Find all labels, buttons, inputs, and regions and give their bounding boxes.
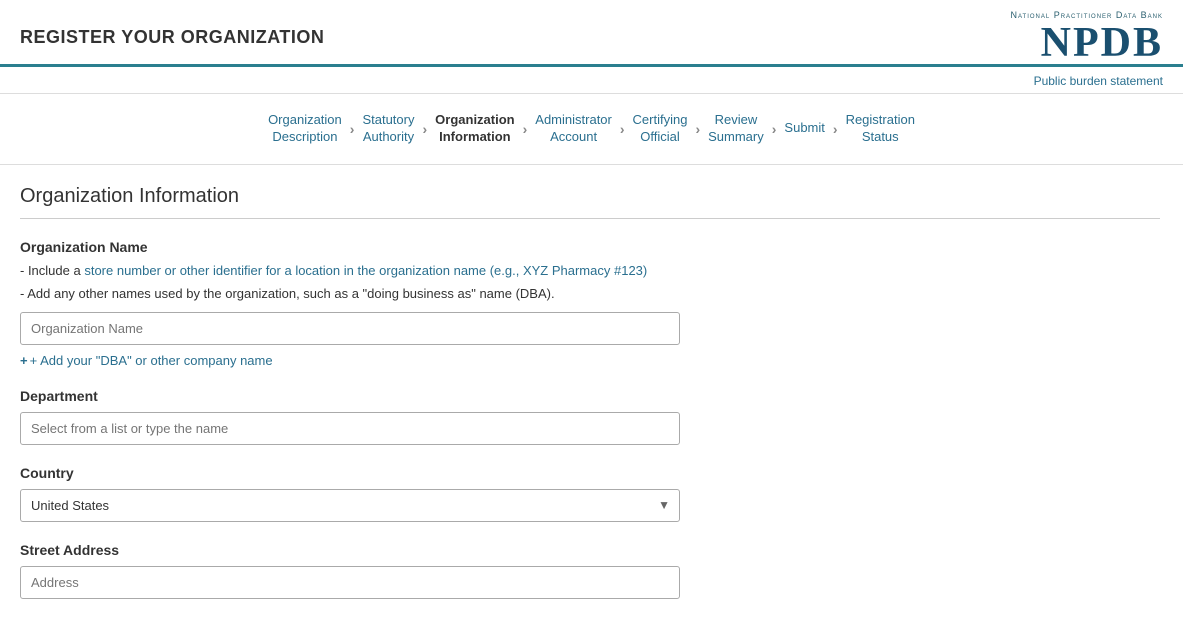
add-dba-link[interactable]: ++ Add your "DBA" or other company name: [20, 353, 273, 368]
country-select[interactable]: United States Afghanistan Albania Other: [20, 489, 680, 522]
chevron-icon-2: ›: [422, 121, 427, 137]
step-label-review-summary: ReviewSummary: [708, 112, 764, 146]
department-section: Department: [20, 388, 1160, 445]
public-burden-bar: Public burden statement: [0, 67, 1183, 94]
plus-icon: +: [20, 353, 28, 368]
country-section: Country United States Afghanistan Albani…: [20, 465, 1160, 522]
page-title: REGISTER YOUR ORGANIZATION: [20, 27, 324, 48]
street-address-input[interactable]: [20, 566, 680, 599]
department-input[interactable]: [20, 412, 680, 445]
step-statutory-authority[interactable]: StatutoryAuthority: [362, 112, 414, 146]
step-submit[interactable]: Submit: [784, 120, 824, 137]
chevron-icon-6: ›: [772, 121, 777, 137]
section-title: Organization Information: [20, 185, 1160, 208]
org-name-hint1-link[interactable]: store number or other identifier for a l…: [84, 263, 647, 278]
public-burden-link[interactable]: Public burden statement: [1034, 74, 1163, 88]
org-name-hint2: - Add any other names used by the organi…: [20, 284, 1160, 304]
step-administrator-account[interactable]: AdministratorAccount: [535, 112, 612, 146]
step-label-certifying-official: CertifyingOfficial: [633, 112, 688, 146]
step-label-submit: Submit: [784, 120, 824, 137]
org-name-input[interactable]: [20, 312, 680, 345]
chevron-icon-5: ›: [695, 121, 700, 137]
chevron-icon-1: ›: [350, 121, 355, 137]
step-registration-status[interactable]: RegistrationStatus: [846, 112, 915, 146]
step-review-summary[interactable]: ReviewSummary: [708, 112, 764, 146]
logo-large-text: NPDB: [1041, 20, 1163, 66]
org-name-section: Organization Name - Include a store numb…: [20, 239, 1160, 368]
add-dba-label: + Add your "DBA" or other company name: [30, 353, 273, 368]
step-label-administrator-account: AdministratorAccount: [535, 112, 612, 146]
step-label-org-description: OrganizationDescription: [268, 112, 342, 146]
step-label-statutory-authority: StatutoryAuthority: [362, 112, 414, 146]
section-divider: [20, 218, 1160, 219]
chevron-icon-7: ›: [833, 121, 838, 137]
logo-area: National Practitioner Data Bank NPDB: [1010, 10, 1163, 64]
street-address-section: Street Address: [20, 542, 1160, 599]
country-select-wrapper: United States Afghanistan Albania Other …: [20, 489, 680, 522]
step-label-registration-status: RegistrationStatus: [846, 112, 915, 146]
logo-small-text: National Practitioner Data Bank: [1010, 10, 1163, 20]
chevron-icon-3: ›: [523, 121, 528, 137]
step-org-description[interactable]: OrganizationDescription: [268, 112, 342, 146]
department-label: Department: [20, 388, 1160, 404]
page-header: REGISTER YOUR ORGANIZATION National Prac…: [0, 0, 1183, 67]
org-name-label: Organization Name: [20, 239, 1160, 255]
chevron-icon-4: ›: [620, 121, 625, 137]
step-organization-information[interactable]: OrganizationInformation: [435, 112, 514, 146]
org-name-hint1: - Include a store number or other identi…: [20, 261, 1160, 281]
steps-bar: OrganizationDescription › StatutoryAutho…: [0, 94, 1183, 165]
step-certifying-official[interactable]: CertifyingOfficial: [633, 112, 688, 146]
main-content: Organization Information Organization Na…: [0, 165, 1180, 639]
step-label-organization-information: OrganizationInformation: [435, 112, 514, 146]
country-label: Country: [20, 465, 1160, 481]
street-address-label: Street Address: [20, 542, 1160, 558]
